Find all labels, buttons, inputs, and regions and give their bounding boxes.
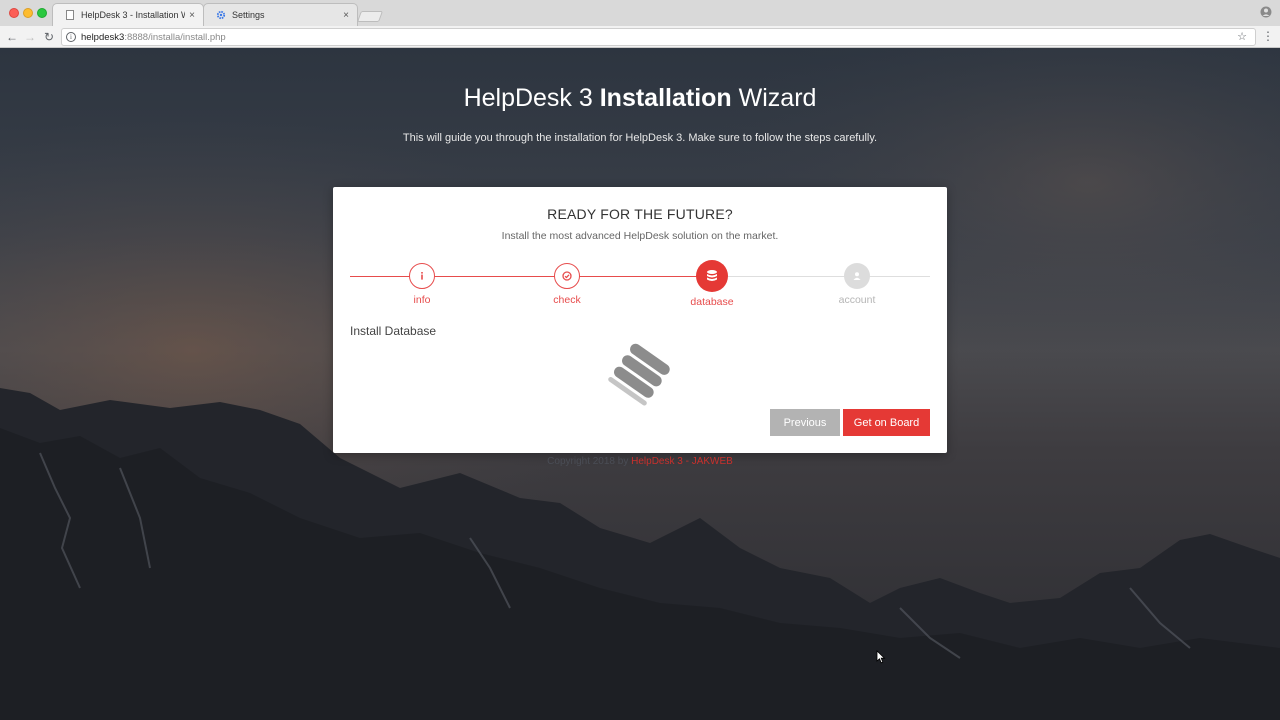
wizard-card: READY FOR THE FUTURE? Install the most a… [333,187,947,453]
step-account[interactable]: account [812,263,902,306]
minimize-window-button[interactable] [23,8,33,18]
step-check[interactable]: check [522,263,612,306]
tab-settings[interactable]: Settings × [203,3,358,26]
get-on-board-button[interactable]: Get on Board [843,409,930,436]
step-info[interactable]: info [377,263,467,306]
footer-brand-link[interactable]: HelpDesk 3 - JAKWEB [631,456,733,467]
step-label: info [413,294,431,306]
card-subtitle: Install the most advanced HelpDesk solut… [501,230,779,242]
tab-close-icon[interactable]: × [189,10,195,21]
mouse-cursor-icon [876,650,886,664]
previous-button[interactable]: Previous [770,409,840,436]
step-label: account [838,294,876,306]
url-path: :8888/installa/install.php [124,31,226,43]
database-icon [696,260,728,292]
toolbar: ← → ↻ i helpdesk3:8888/installa/install.… [0,26,1280,48]
browser-chrome: HelpDesk 3 - Installation Wiza × Setting… [0,0,1280,48]
gear-icon [216,10,226,20]
database-loading-icon [608,343,670,406]
tab-title: Settings [232,10,265,20]
user-icon [844,263,870,289]
tab-title: HelpDesk 3 - Installation Wiza [81,10,185,20]
profile-icon[interactable] [1260,6,1272,18]
forward-icon[interactable]: → [22,29,38,45]
new-tab-button[interactable] [356,11,384,22]
step-label: database [690,296,734,308]
info-icon [409,263,435,289]
url-host: helpdesk3 [81,31,125,43]
tab-close-icon[interactable]: × [343,10,349,21]
tab-helpdesk-install[interactable]: HelpDesk 3 - Installation Wiza × [52,3,204,26]
bookmark-star-icon[interactable]: ☆ [1237,30,1247,43]
page-subtitle: This will guide you through the installa… [402,132,878,144]
maximize-window-button[interactable] [37,8,47,18]
page-title: HelpDesk 3 Installation Wizard [463,84,817,112]
site-info-icon[interactable]: i [66,32,76,42]
section-label: Install Database [350,324,437,338]
reload-icon[interactable]: ↻ [41,29,57,45]
copyright-text: Copyright 2018 by [547,456,632,467]
check-icon [554,263,580,289]
back-icon[interactable]: ← [4,29,20,45]
tab-strip: HelpDesk 3 - Installation Wiza × Setting… [0,0,1280,26]
step-database[interactable]: database [667,260,757,308]
close-window-button[interactable] [9,8,19,18]
menu-icon[interactable]: ⋮ [1262,29,1274,43]
address-bar[interactable]: i helpdesk3:8888/installa/install.php ☆ [61,28,1256,46]
page-icon [66,10,74,20]
card-title: READY FOR THE FUTURE? [547,206,733,222]
step-label: check [553,294,581,306]
footer-copyright: Copyright 2018 by HelpDesk 3 - JAKWEB [0,456,1280,467]
